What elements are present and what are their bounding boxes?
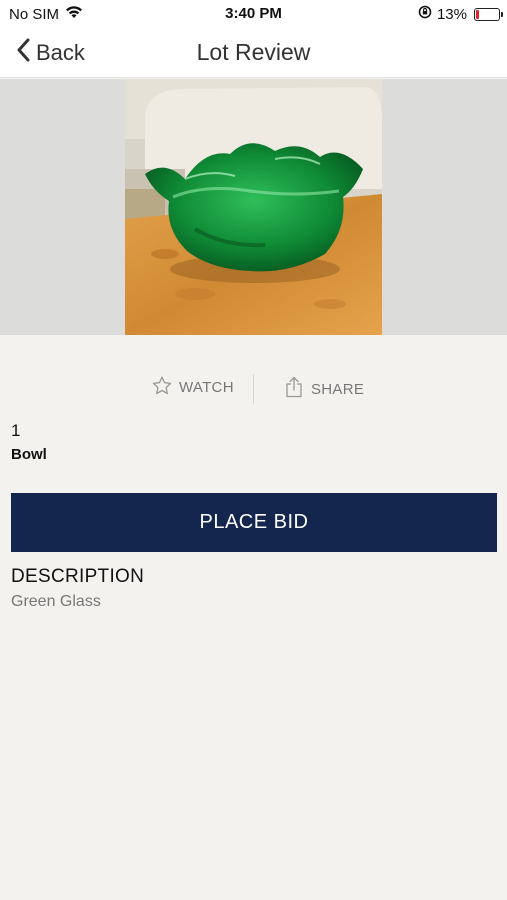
description-heading: DESCRIPTION [11, 566, 145, 587]
nav-bar: Back Lot Review [0, 28, 507, 78]
status-right: 13% [418, 5, 503, 23]
star-outline-icon [152, 376, 172, 399]
watch-label: WATCH [179, 379, 234, 396]
lot-image-area [0, 79, 507, 335]
watch-button[interactable]: WATCH [152, 376, 234, 399]
status-bar: No SIM 3:40 PM 13% [0, 0, 507, 28]
place-bid-button[interactable]: PLACE BID [11, 493, 497, 552]
action-row: WATCH SHARE [0, 370, 507, 408]
battery-icon [474, 7, 503, 21]
share-button[interactable]: SHARE [285, 376, 364, 402]
lot-name: Bowl [11, 446, 47, 463]
action-divider [253, 374, 254, 404]
share-icon [285, 376, 303, 402]
lot-photo[interactable] [125, 79, 382, 335]
description-text: Green Glass [11, 593, 101, 610]
lot-number: 1 [11, 421, 21, 440]
battery-fill [476, 9, 479, 19]
orientation-lock-icon [418, 5, 432, 23]
battery-percent: 13% [436, 5, 467, 23]
share-label: SHARE [311, 380, 365, 398]
page-title: Lot Review [196, 39, 311, 65]
